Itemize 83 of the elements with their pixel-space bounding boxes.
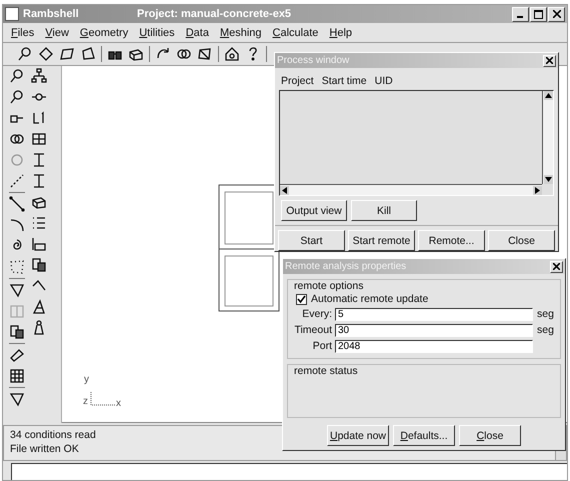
menu-item[interactable]: Help [329, 26, 352, 38]
input-field[interactable]: 30 [335, 324, 533, 336]
dialog-title: Process window [277, 55, 350, 66]
dialog-button[interactable]: Remote... [418, 230, 485, 251]
parallelogram-icon[interactable] [59, 46, 75, 62]
close-icon[interactable] [552, 10, 560, 18]
magnifier-icon[interactable] [9, 89, 25, 105]
files-icon[interactable] [9, 324, 25, 340]
field-label: Every: [301, 308, 333, 320]
group-label: remote options [293, 280, 364, 292]
column-header[interactable]: UID [374, 75, 393, 87]
axis-line [90, 392, 116, 406]
beam-icon[interactable] [31, 173, 47, 189]
dialog-button[interactable]: Close [488, 230, 555, 251]
unit-label: seg [536, 308, 554, 320]
list-icon[interactable] [31, 215, 47, 231]
menu-item[interactable]: Utilities [139, 26, 175, 38]
close-button[interactable] [548, 6, 565, 22]
menu-item[interactable]: Meshing [220, 26, 262, 38]
quadrilateral-icon[interactable] [80, 46, 96, 62]
box-icon[interactable] [31, 131, 47, 147]
column-header[interactable]: Start time [322, 75, 367, 87]
points-icon[interactable] [9, 259, 25, 275]
diamond-icon[interactable] [38, 46, 54, 62]
files-icon[interactable] [31, 257, 47, 273]
eraser-icon[interactable] [9, 347, 25, 363]
app-name: Rambshell [23, 8, 80, 20]
input-field[interactable]: 2048 [335, 340, 533, 352]
crossed-shape-icon[interactable] [197, 46, 213, 62]
menu-item[interactable]: Files [11, 26, 34, 38]
line-icon[interactable] [9, 196, 25, 212]
dialog-title: Remote analysis properties [285, 261, 408, 272]
dialog-button[interactable]: Defaults... [393, 425, 455, 446]
magnifier-icon[interactable] [9, 68, 25, 84]
window-title: Project: manual-concrete-ex5 [137, 8, 292, 20]
left-arrow-icon[interactable] [280, 186, 289, 194]
close-button[interactable] [550, 260, 563, 272]
checkbox-label: Automatic remote update [311, 293, 428, 305]
column-header[interactable]: Project [281, 75, 314, 87]
axis-label: y [84, 374, 89, 385]
dialog-button[interactable]: Output view [281, 200, 347, 221]
axis-label: x [116, 398, 121, 409]
status-text: 34 conditions read [10, 428, 96, 442]
magnifier-icon[interactable] [17, 46, 33, 62]
command-field[interactable] [11, 463, 567, 480]
maximize-icon[interactable] [534, 10, 543, 18]
input-field[interactable]: 5 [335, 308, 533, 320]
field-label: Timeout [293, 324, 333, 336]
up-arrow-icon[interactable] [544, 91, 552, 100]
down-arrow-icon[interactable] [544, 175, 552, 184]
dialog-button[interactable]: Kill [351, 200, 417, 221]
menu-item[interactable]: Geometry [80, 26, 128, 38]
triangle-icon[interactable] [31, 299, 47, 315]
minimize-button[interactable] [512, 6, 529, 22]
house-icon[interactable] [224, 46, 240, 62]
field-label: Port [312, 340, 333, 352]
menu-item[interactable]: Data [186, 26, 209, 38]
grid-icon[interactable] [9, 368, 25, 384]
polygon-icon[interactable] [9, 391, 25, 407]
app-icon [5, 7, 19, 21]
arc-icon[interactable] [9, 217, 25, 233]
close-button[interactable] [543, 54, 556, 66]
dialog-button[interactable]: Start [278, 230, 345, 251]
group-label: remote status [293, 365, 359, 377]
axis-label: z [83, 396, 88, 407]
menu-item[interactable]: Calculate [272, 26, 318, 38]
unit-label: seg [536, 324, 554, 336]
scrollbar[interactable] [542, 91, 553, 184]
close-icon[interactable] [553, 263, 560, 270]
dialog-button[interactable]: Start remote [348, 230, 415, 251]
beam-icon[interactable] [31, 152, 47, 168]
menu-item[interactable]: View [45, 26, 69, 38]
scrollbar[interactable] [280, 184, 542, 195]
dialog-button[interactable]: Update now [327, 425, 389, 446]
right-arrow-icon[interactable] [533, 186, 542, 194]
polygon-icon[interactable] [9, 282, 25, 298]
close-icon[interactable] [546, 57, 553, 64]
status-text: File written OK [10, 442, 79, 456]
tree-icon[interactable] [31, 68, 47, 84]
maximize-button[interactable] [530, 6, 547, 22]
dialog-button[interactable]: Close [459, 425, 521, 446]
checkbox[interactable] [296, 294, 307, 304]
dotted-line-icon[interactable] [9, 173, 25, 189]
